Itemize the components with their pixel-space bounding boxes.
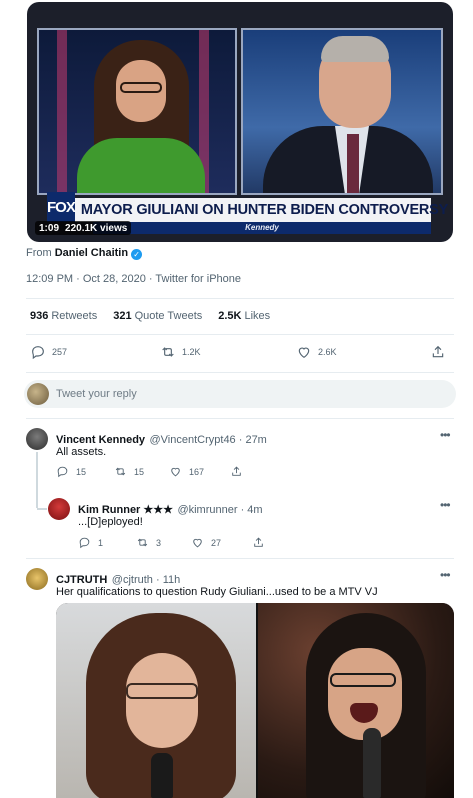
lower-third-banner: FOX MAYOR GIULIANI ON HUNTER BIDEN CONTR… [47,192,448,222]
video-left-panel [37,28,237,195]
reply-icon [57,466,68,478]
reply-tweet[interactable]: Kim Runner ★★★ @kimrunner · 4m ••• ...[D… [0,494,473,554]
divider [26,372,454,373]
reply-input[interactable]: Tweet your reply [56,388,137,400]
media-photo[interactable] [258,603,454,798]
avatar[interactable] [26,568,48,590]
quote-tweets-stat[interactable]: 321 Quote Tweets [113,310,202,322]
from-author-link[interactable]: Daniel Chaitin [55,247,128,259]
video-right-panel [241,28,443,195]
share-button[interactable] [430,344,446,360]
avatar[interactable] [48,498,70,520]
reply-button[interactable]: 1 [78,536,103,549]
retweet-icon [137,538,148,547]
heart-icon [193,538,202,548]
reply-tweet[interactable]: Vincent Kennedy @VincentCrypt46 · 27m ••… [0,424,473,490]
from-label: From [26,247,52,259]
heart-icon [171,467,180,477]
share-icon [232,466,241,476]
video-headline: MAYOR GIULIANI ON HUNTER BIDEN CONTROVER… [80,202,449,218]
retweet-button[interactable]: 1.2K [160,344,201,360]
reply-actions: 15 15 167 [56,465,256,479]
reply-icon [32,346,44,360]
video-time: 1:09 [39,222,60,234]
video-time-badge: 1:09 220.1K views [35,221,132,235]
divider [26,558,454,559]
tweet-actions: 257 1.2K 2.6K [30,344,450,362]
heart-icon [298,347,310,359]
reply-media-grid[interactable] [56,603,454,798]
like-count: 2.6K [318,347,337,357]
divider [26,298,454,299]
retweet-button[interactable]: 15 [114,465,144,478]
show-name: Kennedy [93,222,431,234]
verified-icon: ✓ [131,249,143,260]
reply-author-handle: @kimrunner · 4m [177,504,263,516]
reply-author-name[interactable]: Vincent Kennedy [56,434,145,446]
reply-button[interactable]: 15 [56,465,86,478]
reply-author-name[interactable]: CJTRUTH [56,574,107,586]
fox-logo: FOX [47,192,76,222]
reply-author-name[interactable]: Kim Runner ★★★ [78,504,173,516]
more-options-icon[interactable]: ••• [440,568,451,582]
share-icon [254,537,263,547]
likes-stat[interactable]: 2.5K Likes [218,310,270,322]
more-options-icon[interactable]: ••• [440,428,451,442]
avatar[interactable] [26,428,48,450]
reply-tweet[interactable]: CJTRUTH @cjtruth · 11h ••• Her qualifica… [0,564,473,604]
share-icon [432,345,444,358]
retweet-icon [115,467,126,476]
from-attribution: From Daniel Chaitin ✓ [26,247,143,260]
reply-actions: 1 3 27 [78,536,278,550]
reply-text: All assets. [56,446,107,458]
more-options-icon[interactable]: ••• [440,498,451,512]
reply-count: 257 [52,347,68,357]
reply-icon [79,537,90,549]
avatar [27,383,49,405]
tweet-timestamp[interactable]: 12:09 PM · Oct 28, 2020 · Twitter for iP… [26,273,241,285]
engagement-stats: 936 Retweets 321 Quote Tweets 2.5K Likes [30,310,270,322]
reply-author-handle: @cjtruth · 11h [111,574,181,586]
retweets-stat[interactable]: 936 Retweets [30,310,97,322]
like-button[interactable]: 27 [191,536,221,549]
share-button[interactable] [252,536,265,549]
reply-text: Her qualifications to question Rudy Giul… [56,586,378,598]
reply-composer[interactable]: Tweet your reply [24,380,456,408]
share-button[interactable] [230,465,243,478]
retweet-count: 1.2K [182,347,201,357]
retweet-button[interactable]: 3 [136,536,161,549]
reply-author-handle: @VincentCrypt46 · 27m [149,434,267,446]
divider [26,334,454,335]
media-photo[interactable] [56,603,256,798]
video-views: 220.1K views [65,222,128,234]
reply-button[interactable]: 257 [30,344,67,360]
retweet-icon [162,347,174,357]
reply-text: ...[D]eployed! [78,516,143,528]
like-button[interactable]: 167 [169,465,204,478]
divider [26,418,454,419]
video-player[interactable]: FOX MAYOR GIULIANI ON HUNTER BIDEN CONTR… [27,2,453,242]
like-button[interactable]: 2.6K [296,344,337,360]
